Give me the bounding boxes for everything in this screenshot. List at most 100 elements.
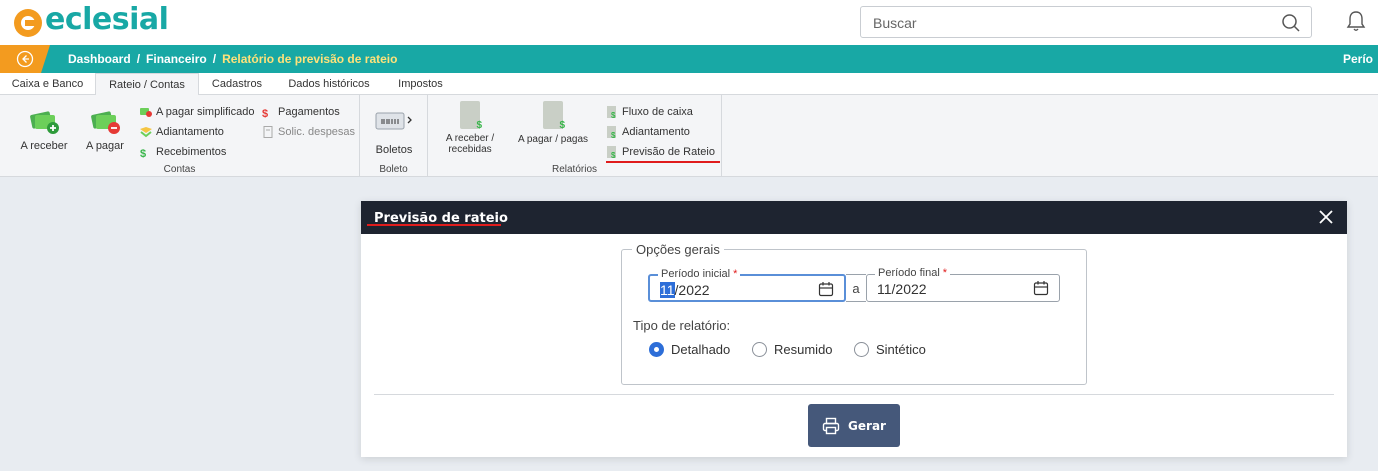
breadcrumb-separator: /	[212, 52, 217, 66]
a-receber-recebidas-label-1: A receber /	[445, 133, 495, 144]
report-small-icon: $	[607, 146, 616, 158]
adiantamento-icon	[140, 127, 152, 138]
group-label-relatorios: Relatórios	[551, 164, 598, 175]
ribbon-group-relatorios: A receber / recebidas A pagar / pagas $ …	[428, 95, 722, 177]
radio-detalhado-label: Detalhado	[671, 342, 731, 357]
logo-text: eclesial	[45, 2, 169, 37]
document-icon	[263, 126, 273, 138]
adiantamento-report-label: Adiantamento	[622, 126, 690, 138]
a-receber-label: A receber	[20, 140, 68, 152]
solic-despesas-button[interactable]: Solic. despesas	[262, 126, 355, 138]
a-pagar-label: A pagar	[86, 140, 124, 152]
breadcrumb-financeiro[interactable]: Financeiro	[146, 52, 207, 66]
a-pagar-pagas-button[interactable]: A pagar / pagas	[508, 101, 598, 145]
tab-cadastros[interactable]: Cadastros	[199, 73, 275, 95]
previsao-de-rateio-button[interactable]: $ Previsão de Rateio	[606, 146, 715, 158]
tipo-relatorio-label: Tipo de relatório:	[633, 318, 731, 333]
group-label-boleto: Boleto	[379, 164, 408, 175]
svg-text:$: $	[611, 151, 616, 158]
radio-unchecked-icon	[752, 342, 767, 357]
breadcrumb-current: Relatório de previsão de rateio	[222, 52, 398, 66]
tab-caixa-e-banco[interactable]: Caixa e Banco	[0, 73, 95, 95]
calendar-icon[interactable]	[1033, 280, 1049, 296]
app-logo[interactable]: eclesial	[14, 2, 169, 37]
ribbon-tabs: Caixa e Banco Rateio / Contas Cadastros …	[0, 73, 1378, 96]
search-input[interactable]	[873, 13, 1263, 33]
tab-dados-historicos[interactable]: Dados históricos	[275, 73, 383, 95]
svg-text:$: $	[611, 111, 616, 118]
radio-sintetico[interactable]: Sintético	[854, 342, 926, 357]
fluxo-de-caixa-button[interactable]: $ Fluxo de caixa	[606, 106, 693, 118]
adiantamento-button[interactable]: Adiantamento	[140, 126, 224, 138]
bell-icon[interactable]	[1345, 9, 1367, 33]
fieldset-legend: Opções gerais	[632, 242, 724, 257]
opcoes-gerais-fieldset: Opções gerais Período inicial * 11/2022 a…	[621, 242, 1087, 385]
tab-impostos[interactable]: Impostos	[383, 73, 458, 95]
a-receber-button[interactable]: A receber	[16, 107, 72, 152]
periodo-inicial-value: 11/2022	[660, 282, 710, 298]
svg-text:$: $	[262, 108, 268, 118]
a-receber-recebidas-label-2: recebidas	[448, 144, 492, 155]
breadcrumb: Dashboard / Financeiro / Relatório de previs…	[68, 52, 397, 66]
a-pagar-button[interactable]: A pagar	[80, 107, 130, 152]
adiantamento-label: Adiantamento	[156, 126, 224, 138]
periodo-final-label: Período final *	[875, 267, 951, 279]
breadcrumb-right-text: Perío	[1343, 52, 1374, 66]
calendar-icon[interactable]	[818, 281, 834, 297]
ribbon-panel: A receber A pagar A pagar simplificado A…	[0, 95, 1378, 177]
logo-mark-icon	[14, 8, 42, 37]
periodo-inicial-field[interactable]: Período inicial * 11/2022	[648, 268, 846, 302]
ribbon-group-boleto: Boletos Boleto	[360, 95, 428, 177]
back-button[interactable]	[0, 45, 50, 73]
breadcrumb-bar: Dashboard / Financeiro / Relatório de previs…	[0, 45, 1378, 73]
solic-despesas-label: Solic. despesas	[278, 126, 356, 138]
date-range-separator: a	[846, 274, 866, 302]
radio-checked-icon	[649, 342, 664, 357]
radio-resumido[interactable]: Resumido	[752, 342, 833, 357]
money-pay-icon	[91, 111, 120, 134]
tab-rateio-contas[interactable]: Rateio / Contas	[95, 73, 199, 96]
radio-detalhado[interactable]: Detalhado	[649, 342, 730, 357]
recebimentos-label: Recebimentos	[156, 146, 227, 158]
pagamentos-icon: $	[262, 108, 268, 118]
boletos-button[interactable]: Boletos	[370, 109, 418, 156]
fluxo-de-caixa-label: Fluxo de caixa	[622, 106, 693, 118]
gerar-button[interactable]: Gerar	[808, 404, 900, 447]
radio-resumido-label: Resumido	[774, 342, 833, 357]
a-pagar-pagas-label: A pagar / pagas	[517, 134, 589, 145]
boletos-label: Boletos	[375, 144, 413, 156]
svg-text:$: $	[611, 131, 616, 138]
recebimentos-button[interactable]: $ Recebimentos	[140, 146, 226, 158]
dialog-header: Previsão de rateio	[361, 201, 1347, 234]
report-small-icon: $	[607, 126, 616, 138]
periodo-final-field[interactable]: Período final * 11/2022	[866, 267, 1060, 302]
pagamentos-button[interactable]: $ Pagamentos	[262, 106, 340, 118]
highlight-underline	[606, 161, 720, 163]
report-small-icon: $	[607, 106, 616, 118]
dialog-divider	[374, 394, 1334, 395]
money-pay-small-icon	[140, 108, 152, 117]
search-icon[interactable]	[1281, 13, 1301, 33]
svg-text:$: $	[140, 148, 146, 158]
close-icon[interactable]	[1318, 209, 1334, 225]
breadcrumb-separator: /	[136, 52, 141, 66]
top-bar: eclesial	[0, 0, 1378, 45]
periodo-final-value: 11/2022	[877, 281, 927, 297]
title-highlight-underline	[367, 224, 501, 226]
previsao-de-rateio-label: Previsão de Rateio	[622, 146, 715, 158]
a-pagar-simplificado-button[interactable]: A pagar simplificado	[140, 106, 254, 118]
periodo-inicial-label: Período inicial *	[658, 268, 741, 280]
a-pagar-simplificado-label: A pagar simplificado	[156, 106, 255, 118]
a-receber-recebidas-button[interactable]: A receber / recebidas	[438, 101, 502, 155]
gerar-label: Gerar	[848, 418, 886, 433]
arrow-left-circle-icon	[16, 50, 34, 68]
previsao-de-rateio-dialog: Previsão de rateio Opções gerais Período…	[361, 201, 1347, 457]
printer-icon	[822, 417, 840, 434]
money-receive-icon	[30, 111, 59, 134]
adiantamento-report-button[interactable]: $ Adiantamento	[606, 126, 690, 138]
search-box	[860, 6, 1312, 38]
breadcrumb-dashboard[interactable]: Dashboard	[68, 52, 131, 66]
report-icon	[460, 101, 482, 131]
radio-sintetico-label: Sintético	[876, 342, 926, 357]
group-label-contas: Contas	[163, 164, 196, 175]
